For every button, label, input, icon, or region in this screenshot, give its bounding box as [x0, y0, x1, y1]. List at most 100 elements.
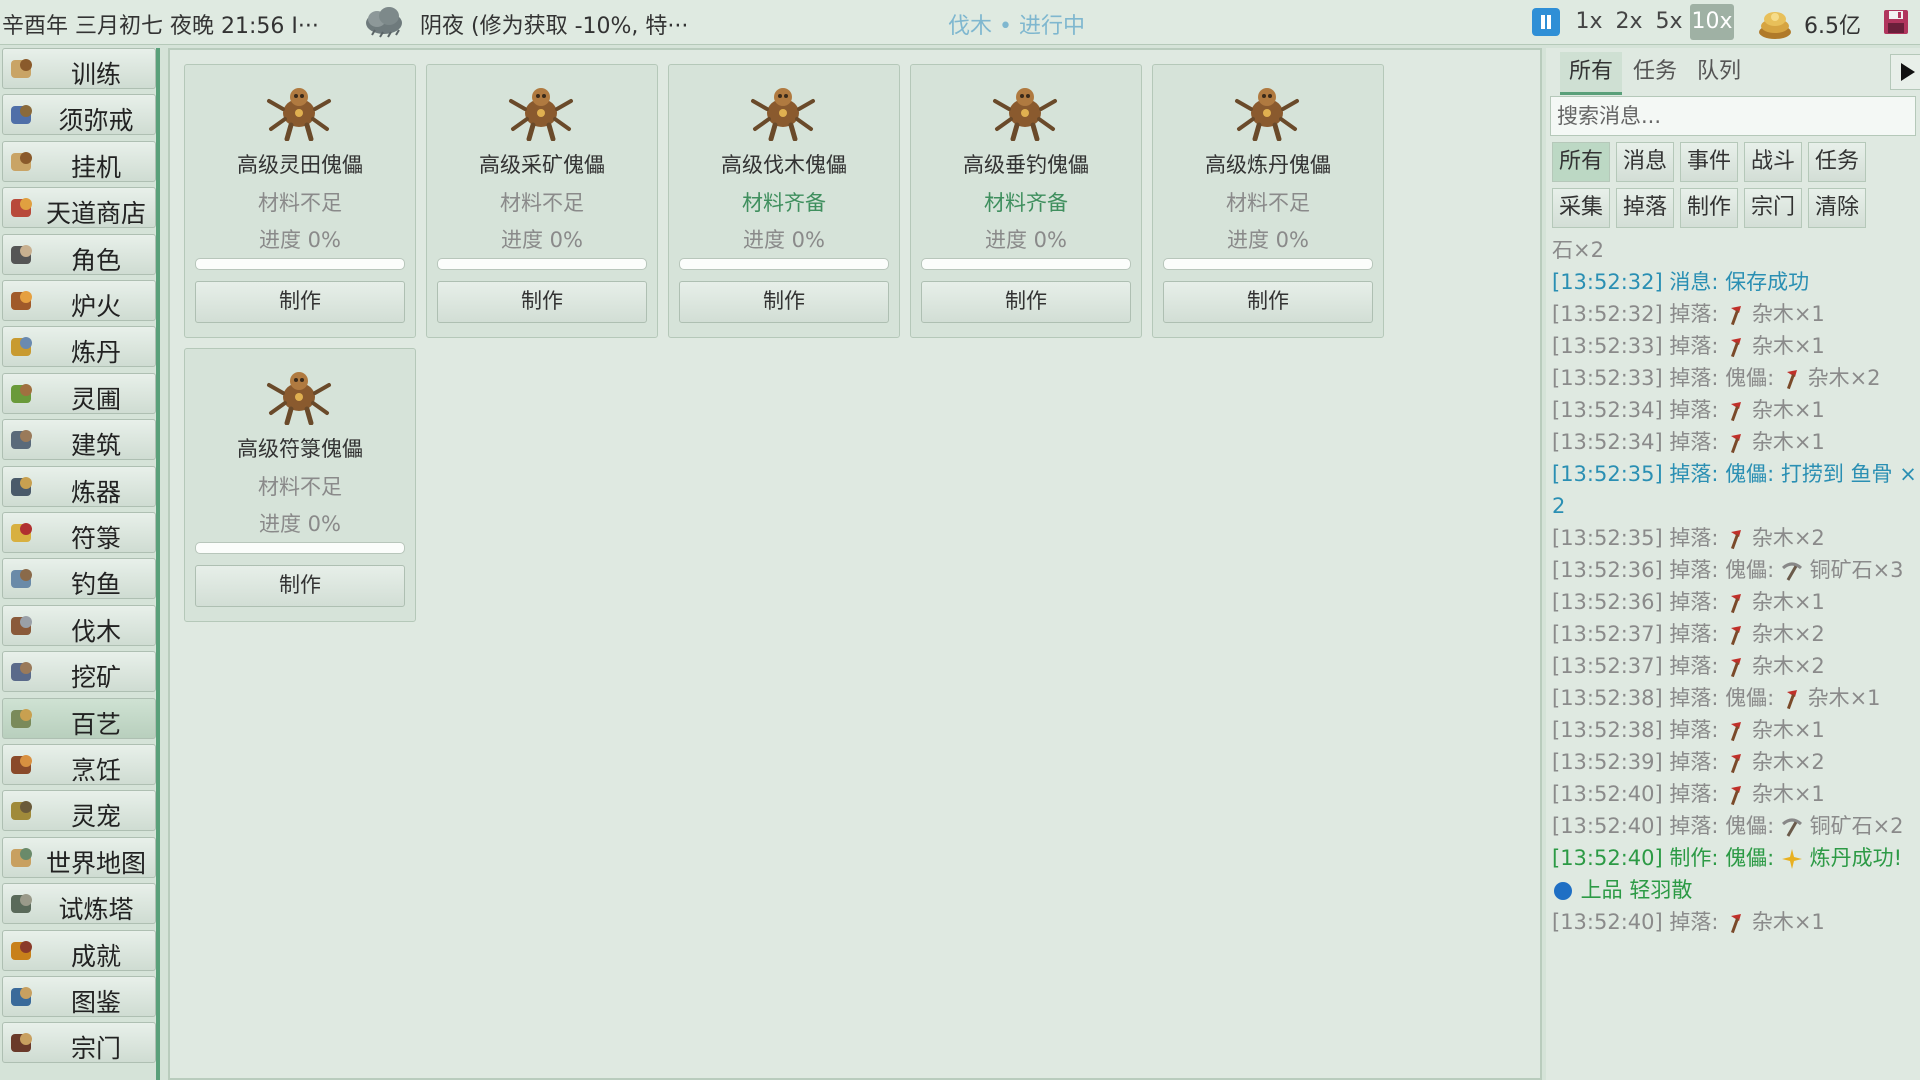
- character-icon: [7, 240, 37, 270]
- material-status: 材料齐备: [984, 191, 1068, 215]
- cloudy-night-icon: [366, 7, 402, 38]
- progress-bar: [195, 542, 405, 554]
- speed-1x-button[interactable]: 1x: [1570, 4, 1608, 40]
- tab-tasks[interactable]: 任务: [1624, 52, 1686, 92]
- map-icon: [7, 843, 37, 873]
- log-line: [13:52:32] 掉落: 杂木×1: [1552, 298, 1918, 330]
- pet-icon: [7, 796, 37, 826]
- shop-icon: [7, 193, 37, 223]
- filter-button[interactable]: 战斗: [1744, 142, 1802, 182]
- log-text: [13:52:39] 掉落:: [1552, 750, 1726, 774]
- progress-bar: [921, 258, 1131, 270]
- weather-status[interactable]: 阴夜 (修为获取 -10%, 特···: [420, 8, 688, 40]
- fishing-icon: [7, 564, 37, 594]
- axe-icon: [1731, 402, 1742, 422]
- speed-10x-button[interactable]: 10x: [1690, 4, 1734, 40]
- crafts-icon: [7, 704, 37, 734]
- filter-button[interactable]: 任务: [1808, 142, 1866, 182]
- log-text: 石×2: [1552, 238, 1604, 262]
- filter-button[interactable]: 事件: [1680, 142, 1738, 182]
- log-text: [13:52:40] 制作: 傀儡:: [1552, 846, 1781, 870]
- card-title: 高级灵田傀儡: [237, 153, 363, 177]
- craft-button[interactable]: 制作: [679, 281, 889, 323]
- sidebar-item-14[interactable]: 百艺: [2, 697, 156, 739]
- log-text: [13:52:35] 掉落:: [1552, 526, 1726, 550]
- sidebar-item-17[interactable]: 世界地图: [2, 836, 156, 878]
- sidebar-item-19[interactable]: 成就: [2, 929, 156, 971]
- sidebar-item-0[interactable]: 训练: [2, 48, 156, 89]
- sidebar-item-16[interactable]: 灵宠: [2, 790, 156, 832]
- progress-text: 进度 0%: [1227, 228, 1309, 252]
- log-text: 铜矿石×3: [1802, 558, 1904, 582]
- sidebar-item-label: 灵宠: [70, 802, 121, 832]
- filter-button[interactable]: 掉落: [1616, 188, 1674, 228]
- filter-button[interactable]: 采集: [1552, 188, 1610, 228]
- sidebar-item-1[interactable]: 须弥戒: [2, 94, 156, 136]
- sidebar-item-20[interactable]: 图鉴: [2, 976, 156, 1017]
- collapse-panel-icon[interactable]: [1890, 54, 1920, 90]
- progress-text: 进度 0%: [259, 512, 341, 536]
- tab-all[interactable]: 所有: [1560, 52, 1622, 95]
- log-search-input[interactable]: [1550, 96, 1916, 136]
- filter-button[interactable]: 制作: [1680, 188, 1738, 228]
- sidebar-item-label: 图鉴: [70, 988, 121, 1017]
- craft-button[interactable]: 制作: [1163, 281, 1373, 323]
- log-list[interactable]: 石×2 [13:52:32] 消息: 保存成功 [13:52:32] 掉落: 杂木×…: [1552, 234, 1918, 1080]
- card-title: 高级伐木傀儡: [721, 153, 847, 177]
- pickaxe-icon: [1781, 562, 1802, 581]
- sidebar-item-label: 宗门: [70, 1034, 121, 1064]
- craft-card: 高级采矿傀儡 材料不足 进度 0% 制作: [426, 64, 658, 338]
- sect-icon: [7, 1028, 37, 1058]
- pause-button[interactable]: [1532, 8, 1560, 36]
- sidebar-item-12[interactable]: 伐木: [2, 604, 156, 646]
- craft-button[interactable]: 制作: [921, 281, 1131, 323]
- sidebar-item-label: 建筑: [70, 431, 121, 461]
- speed-5x-button[interactable]: 5x: [1650, 4, 1688, 40]
- sidebar-item-3[interactable]: 天道商店: [2, 187, 156, 229]
- garden-icon: [7, 379, 37, 409]
- speed-2x-button[interactable]: 2x: [1610, 4, 1648, 40]
- log-text: [13:52:34] 掉落:: [1552, 398, 1726, 422]
- talisman-puppet-icon: [263, 363, 335, 426]
- sidebar-item-8[interactable]: 建筑: [2, 419, 156, 461]
- sidebar-item-10[interactable]: 符箓: [2, 512, 156, 553]
- log-text: [13:52:34] 掉落:: [1552, 430, 1726, 454]
- sidebar-item-label: 须弥戒: [58, 106, 134, 136]
- sidebar-item-15[interactable]: 烹饪: [2, 744, 156, 785]
- sidebar-item-label: 试炼塔: [58, 895, 134, 925]
- sidebar-item-4[interactable]: 角色: [2, 233, 156, 275]
- sidebar-item-label: 百艺: [70, 709, 121, 739]
- sidebar-item-label: 天道商店: [45, 199, 146, 229]
- log-text: 杂木×2: [1800, 366, 1881, 390]
- sidebar-item-11[interactable]: 钓鱼: [2, 558, 156, 600]
- sidebar-item-21[interactable]: 宗门: [2, 1022, 156, 1064]
- save-icon[interactable]: [1882, 8, 1910, 36]
- sidebar-item-7[interactable]: 灵圃: [2, 372, 156, 414]
- log-line: [13:52:34] 掉落: 杂木×1: [1552, 394, 1918, 426]
- craft-button[interactable]: 制作: [195, 281, 405, 323]
- log-text: [13:52:36] 掉落: 傀儡:: [1552, 558, 1781, 582]
- anvil-icon: [7, 472, 37, 502]
- log-text: 杂木×1: [1745, 398, 1825, 422]
- sidebar-item-13[interactable]: 挖矿: [2, 651, 156, 693]
- pickaxe-icon: [7, 657, 37, 687]
- tab-queue[interactable]: 队列: [1688, 52, 1750, 92]
- filter-button[interactable]: 消息: [1616, 142, 1674, 182]
- sidebar-item-2[interactable]: 挂机: [2, 140, 156, 182]
- log-text: 杂木×2: [1745, 526, 1825, 550]
- sidebar-scroll-rail[interactable]: [156, 48, 160, 1080]
- sidebar-item-label: 角色: [70, 245, 121, 275]
- filter-button[interactable]: 宗门: [1744, 188, 1802, 228]
- axe-icon: [1731, 754, 1742, 774]
- axe-icon: [7, 611, 37, 641]
- log-line: [13:52:40] 掉落: 杂木×1: [1552, 906, 1918, 938]
- sidebar-item-5[interactable]: 炉火: [2, 280, 156, 321]
- craft-button[interactable]: 制作: [437, 281, 647, 323]
- sidebar-item-18[interactable]: 试炼塔: [2, 883, 156, 925]
- filter-button[interactable]: 清除: [1808, 188, 1866, 228]
- craft-button[interactable]: 制作: [195, 565, 405, 607]
- sidebar-item-6[interactable]: 炼丹: [2, 326, 156, 368]
- filter-button[interactable]: 所有: [1552, 142, 1610, 182]
- sidebar-item-label: 挂机: [70, 152, 121, 182]
- sidebar-item-9[interactable]: 炼器: [2, 465, 156, 507]
